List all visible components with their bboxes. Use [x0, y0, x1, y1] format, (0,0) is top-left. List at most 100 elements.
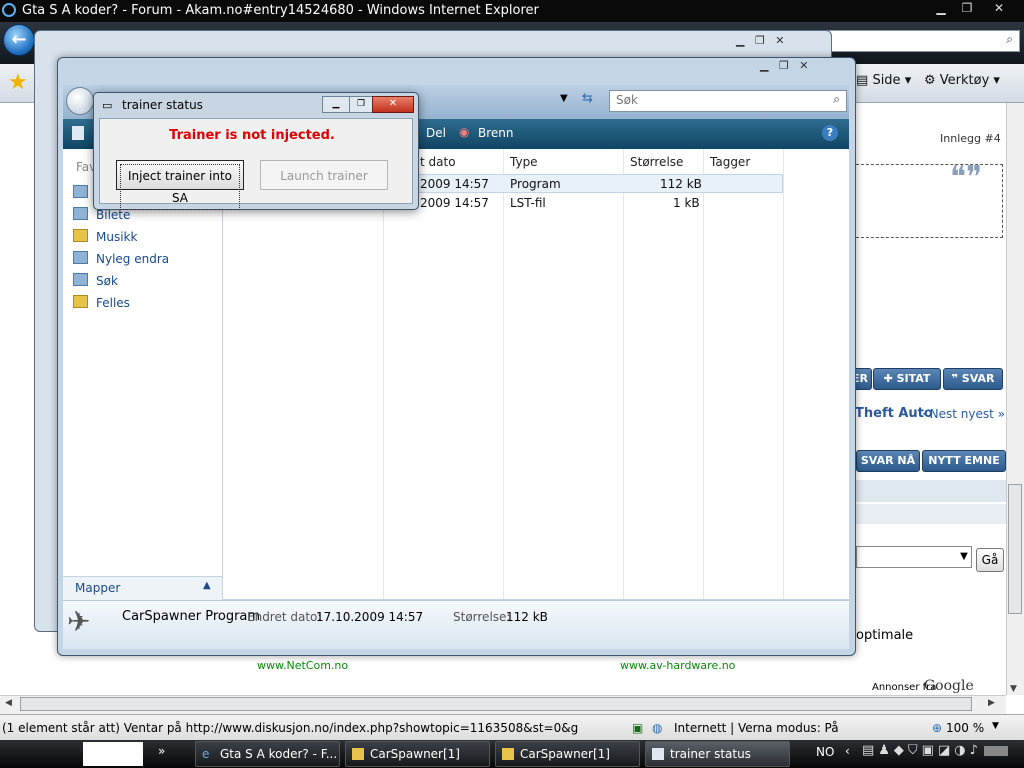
scroll-left-icon[interactable]: ◀ [5, 698, 12, 708]
refresh-icon[interactable]: ⇆ [582, 91, 593, 106]
ad-url[interactable]: www.av-hardware.no [620, 659, 735, 672]
nav-item-label: Felles [96, 296, 130, 310]
column-header-tags[interactable]: Tagger [710, 155, 750, 169]
folders-toggle[interactable]: Mapper ▲ [63, 576, 222, 600]
globe-icon: ◍ [652, 721, 663, 735]
explorer-window-controls[interactable]: ▁ ❐ ✕ [760, 59, 809, 72]
close-icon[interactable]: ✕ [372, 96, 414, 113]
details-size-label: Størrelse: [453, 610, 511, 624]
taskbar-label: Gta S A koder? - F... [220, 747, 338, 761]
nav-item-music[interactable]: Musikk [73, 229, 137, 249]
row-type: LST-fil [510, 196, 546, 210]
column-divider [623, 149, 624, 599]
dialog-title: trainer status [122, 98, 203, 112]
chevron-up-icon[interactable]: ▲ [203, 580, 211, 591]
clock[interactable] [984, 746, 1008, 756]
vertical-scroll-thumb[interactable] [1008, 484, 1022, 614]
share-button[interactable]: Del [426, 126, 446, 140]
reply-button[interactable]: ❞ SVAR [943, 368, 1003, 390]
column-divider [703, 149, 704, 599]
popup-blocker-icon[interactable]: ▣ [632, 721, 643, 735]
maximize-icon[interactable]: ❐ [349, 96, 373, 113]
ad-url[interactable]: www.NetCom.no [257, 659, 348, 672]
page-bar [856, 480, 1006, 502]
go-button[interactable]: Gå [976, 548, 1004, 572]
tools-menu[interactable]: ⚙ Verktøy ▾ [924, 73, 1000, 88]
post-number: Innlegg #4 [940, 132, 1001, 145]
folder-icon [73, 295, 88, 308]
address-dropdown-icon[interactable]: ▼ [560, 93, 568, 104]
explorer-search-input[interactable]: Søk ⌕ [609, 90, 847, 112]
pictures-icon [73, 207, 88, 220]
nav-item-label: Musikk [96, 230, 138, 244]
chevron-left-icon[interactable]: ‹ [845, 744, 850, 758]
burn-button[interactable]: Brenn [478, 126, 514, 140]
explorer-search-placeholder: Søk [616, 93, 638, 107]
taskbar-button-ie[interactable]: e Gta S A koder? - F... [195, 741, 340, 767]
security-zone[interactable]: Internett | Verna modus: På [674, 721, 839, 735]
taskbar-button-trainer[interactable]: trainer status [645, 741, 790, 767]
organize-icon[interactable] [72, 126, 84, 140]
minimize-icon[interactable]: ▁ [928, 0, 954, 17]
quote-mark-icon: ❝❞ [950, 160, 983, 195]
nav-item-search[interactable]: Søk [73, 273, 118, 293]
google-logo: Google [924, 678, 974, 694]
quote-button-label: SITAT [896, 372, 931, 385]
forum-jump-select[interactable]: ▼ [856, 546, 972, 568]
folder-icon [352, 748, 364, 760]
zoom-icon: ⊕ [932, 721, 943, 735]
details-date: 17.10.2009 14:57 [316, 610, 424, 624]
row-date: 2009 14:57 [420, 177, 489, 191]
taskbar-button-folder[interactable]: CarSpawner[1] [495, 741, 640, 767]
quick-launch-area[interactable] [83, 742, 143, 766]
window-icon [652, 748, 664, 760]
chevron-right-icon[interactable]: » [158, 744, 165, 758]
tray-icons[interactable]: ▤♟◆⛉▣◪◑♪ [862, 743, 982, 758]
maximize-icon[interactable]: ❐ [954, 0, 980, 17]
reply-now-button[interactable]: SVAR NÅ [856, 450, 920, 472]
burn-icon: ◉ [459, 125, 470, 139]
back-button[interactable]: ← [3, 24, 35, 56]
language-indicator[interactable]: NO [816, 745, 834, 759]
column-header-date[interactable]: t dato [420, 155, 456, 169]
favorites-star-icon[interactable]: ★ [8, 70, 28, 95]
help-icon[interactable]: ? [822, 125, 838, 141]
details-date-label: Endret dato: [247, 610, 322, 624]
page-menu-label: Side [872, 73, 901, 88]
quote-button[interactable]: ✚ SITAT [873, 368, 941, 390]
window-controls[interactable]: ▁ ❐ ✕ [736, 34, 785, 47]
dialog-app-icon: ▭ [102, 99, 113, 112]
next-newest-link[interactable]: · Nest nyest » [922, 407, 1005, 421]
close-icon[interactable]: ✕ [986, 0, 1012, 17]
details-file-name: CarSpawner Program [122, 609, 261, 624]
trainer-status-message: Trainer is not injected. [169, 128, 335, 143]
column-header-size[interactable]: Størrelse [630, 155, 683, 169]
search-icon[interactable]: ⌕ [1006, 32, 1013, 47]
inject-trainer-label: Inject trainer into SA [120, 164, 240, 210]
scroll-right-icon[interactable]: ▶ [988, 698, 995, 708]
airplane-icon: ✈ [67, 605, 91, 638]
explorer-back-button[interactable] [66, 87, 94, 115]
nav-item-label: Søk [96, 274, 118, 288]
nav-item-public[interactable]: Felles [73, 295, 130, 315]
inject-trainer-button[interactable]: Inject trainer into SA [116, 160, 244, 210]
scroll-down-icon[interactable]: ▼ [1010, 684, 1017, 694]
page-menu[interactable]: ▤ Side ▾ [856, 73, 911, 88]
row-type: Program [510, 177, 561, 191]
minimize-icon[interactable]: ▁ [322, 96, 350, 113]
horizontal-scroll-thumb[interactable] [20, 697, 972, 711]
nav-item-pictures[interactable]: Bilete [73, 207, 130, 227]
column-header-type[interactable]: Type [510, 155, 538, 169]
recent-icon [73, 251, 88, 264]
new-topic-button[interactable]: NYTT EMNE [922, 450, 1006, 472]
search-folder-icon [73, 273, 88, 286]
zoom-dropdown-icon[interactable]: ▼ [992, 721, 999, 731]
page-bar [856, 504, 1006, 524]
tools-menu-label: Verktøy [939, 73, 990, 88]
search-icon[interactable]: ⌕ [833, 92, 840, 107]
taskbar-button-folder[interactable]: CarSpawner[1] [345, 741, 490, 767]
ie-icon: e [202, 747, 210, 761]
taskbar-label: trainer status [670, 747, 751, 761]
nav-item-recent[interactable]: Nyleg endra [73, 251, 169, 271]
zoom-level[interactable]: 100 % [946, 721, 984, 735]
